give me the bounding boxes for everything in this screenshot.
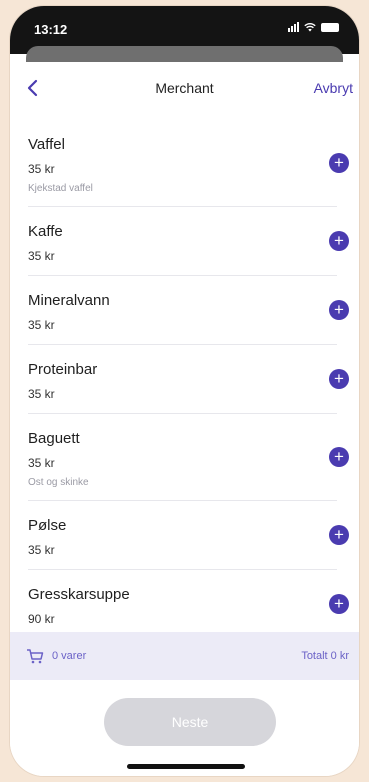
list-item: Baguett 35 kr Ost og skinke + <box>28 414 349 501</box>
list-item: Vaffel 35 kr Kjekstad vaffel + <box>28 120 349 207</box>
list-item: Pølse 35 kr + <box>28 501 349 570</box>
add-icon[interactable]: + <box>329 525 349 545</box>
phone-frame: 13:12 Merchant Avbryt Vaffel 35 kr Kjeks… <box>10 6 359 776</box>
add-icon[interactable]: + <box>329 231 349 251</box>
status-icons <box>288 22 339 32</box>
status-time: 13:12 <box>34 22 68 37</box>
add-icon[interactable]: + <box>329 369 349 389</box>
page-title: Merchant <box>155 80 214 96</box>
item-price: 35 kr <box>28 249 55 263</box>
battery-icon <box>321 22 339 32</box>
cart-count-group: 0 varer <box>26 648 86 664</box>
item-name: Pølse <box>28 517 67 534</box>
add-icon[interactable]: + <box>329 300 349 320</box>
list-item: Proteinbar 35 kr + <box>28 345 349 414</box>
cart-summary-bar[interactable]: 0 varer Totalt 0 kr <box>10 632 359 680</box>
signal-icon <box>288 22 299 32</box>
item-price: 90 kr <box>28 612 55 626</box>
cart-icon <box>27 649 44 664</box>
add-icon[interactable]: + <box>329 153 349 173</box>
wifi-icon <box>304 22 316 32</box>
item-name: Gresskarsuppe <box>28 586 130 603</box>
cart-total: Totalt 0 kr <box>301 650 349 662</box>
item-name: Kaffe <box>28 223 63 240</box>
item-price: 35 kr <box>28 162 55 176</box>
item-name: Vaffel <box>28 136 65 153</box>
add-icon[interactable]: + <box>329 447 349 467</box>
item-name: Baguett <box>28 430 80 447</box>
product-list[interactable]: Vaffel 35 kr Kjekstad vaffel + Kaffe 35 … <box>10 120 359 688</box>
item-price: 35 kr <box>28 387 55 401</box>
next-button[interactable]: Neste <box>104 698 276 746</box>
home-indicator <box>127 764 245 769</box>
item-price: 35 kr <box>28 318 55 332</box>
cancel-button[interactable]: Avbryt <box>314 80 353 96</box>
item-note: Kjekstad vaffel <box>28 183 93 194</box>
list-item: Mineralvann 35 kr + <box>28 276 349 345</box>
list-item: Gresskarsuppe 90 kr + <box>28 570 349 638</box>
nav-bar: Merchant Avbryt <box>10 62 359 114</box>
item-price: 35 kr <box>28 543 55 557</box>
item-name: Mineralvann <box>28 292 110 309</box>
item-price: 35 kr <box>28 456 55 470</box>
cart-count: 0 varer <box>52 650 87 662</box>
add-icon[interactable]: + <box>329 594 349 614</box>
item-note: Ost og skinke <box>28 477 89 488</box>
item-name: Proteinbar <box>28 361 98 378</box>
list-item: Kaffe 35 kr + <box>28 207 349 276</box>
